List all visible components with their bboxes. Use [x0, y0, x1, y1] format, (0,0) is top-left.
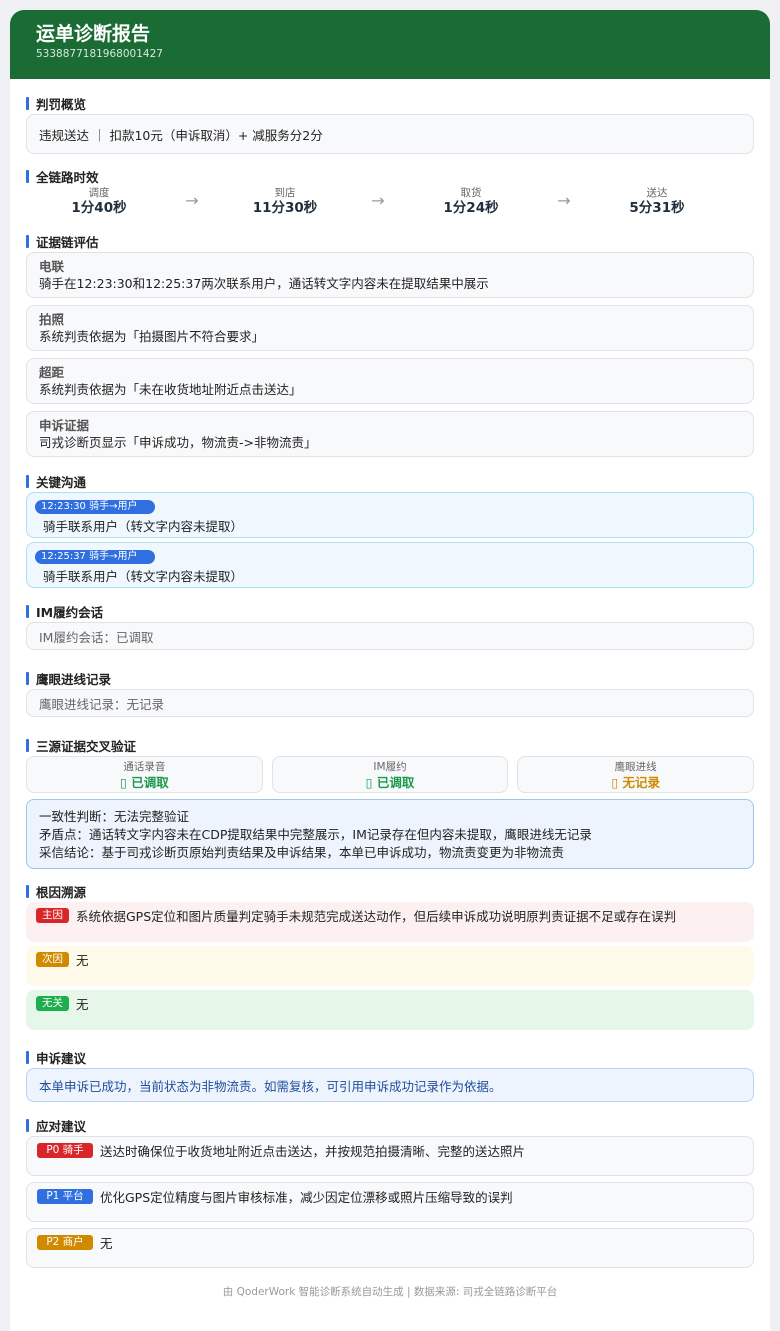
cause-text: 无: [76, 953, 89, 968]
communication-time-tag: 12:23:30 骑手→用户: [35, 500, 155, 514]
conclusion-text: 采信结论：基于司戎诊断页原始判责结果及申诉结果，本单已申诉成功，物流责变更为非物…: [39, 845, 565, 860]
source-card: IM履约 ▯ 已调取: [271, 756, 509, 793]
evidence-section-title: 证据链评估: [26, 232, 754, 250]
evidence-item: 超距 系统判责依据为「未在收货地址附近点击送达」: [26, 358, 754, 404]
arrow-right-icon: →: [557, 191, 571, 210]
timeline-step: 取货 1分24秒: [398, 187, 544, 217]
source-card: 鹰眼进线 ▯ 无记录: [517, 756, 755, 793]
evidence-item-name: 电联: [39, 259, 65, 274]
evidence-item-text: 司戎诊断页显示「申诉成功，物流责->非物流责」: [39, 435, 317, 450]
cause-badge: 次因: [36, 952, 69, 967]
evidence-item-name: 拍照: [39, 312, 65, 327]
im-box: IM履约会话：已调取: [26, 622, 754, 650]
cause-text: 系统依据GPS定位和图片质量判定骑手未规范完成送达动作，但后续申诉成功说明原判责…: [76, 909, 677, 924]
im-text: IM履约会话：已调取: [39, 629, 154, 645]
footer: 由 QoderWork 智能诊断系统自动生成 | 数据来源: 司戎全链路诊断平台: [222, 1286, 558, 1298]
recommendation-item: P2 商户 无: [26, 1228, 754, 1268]
evidence-item: 申诉证据 司戎诊断页显示「申诉成功，物流责->非物流责」: [26, 411, 754, 457]
appeal-box: 本单申诉已成功，当前状态为非物流责。如需复核，可引用申诉成功记录作为依据。: [26, 1068, 754, 1102]
priority-badge: P2 商户: [37, 1235, 93, 1250]
conflict-text: 矛盾点：通话转文字内容未在CDP提取结果中完整展示，IM记录存在但内容未提取，鹰…: [39, 827, 592, 842]
timeline-step-label: 取货: [460, 187, 482, 199]
timeline-step: 到店 11分30秒: [212, 187, 358, 217]
cause-badge: 无关: [36, 996, 69, 1011]
cause-item: 次因 无: [26, 946, 754, 986]
source-card: 通话录音 ▯ 已调取: [26, 756, 263, 793]
recommendation-item: P1 平台 优化GPS定位精度与图片审核标准，减少因定位漂移或照片压缩导致的误判: [26, 1182, 754, 1222]
arrow-right-icon: →: [185, 191, 199, 210]
evidence-item-name: 申诉证据: [39, 418, 90, 433]
communication-text: 骑手联系用户（转文字内容未提取）: [43, 569, 244, 584]
timeline: 调度 1分40秒 → 到店 11分30秒 → 取货 1分24秒 → 送达 5分3…: [26, 187, 754, 227]
communication-item: 12:25:37 骑手→用户 骑手联系用户（转文字内容未提取）: [26, 542, 754, 588]
evidence-item: 电联 骑手在12:23:30和12:25:37两次联系用户，通话转文字内容未在提…: [26, 252, 754, 298]
recommendation-item: P0 骑手 送达时确保位于收货地址附近点击送达，并按规范拍摄清晰、完整的送达照片: [26, 1136, 754, 1176]
recommendation-text: 送达时确保位于收货地址附近点击送达，并按规范拍摄清晰、完整的送达照片: [100, 1144, 526, 1159]
source-label: 通话录音: [123, 761, 166, 773]
evidence-item-name: 超距: [39, 365, 65, 380]
timeline-step: 调度 1分40秒: [26, 187, 172, 217]
recommendation-text: 优化GPS定位精度与图片审核标准，减少因定位漂移或照片压缩导致的误判: [100, 1190, 513, 1205]
priority-badge: P0 骑手: [37, 1143, 93, 1158]
appeal-text: 本单申诉已成功，当前状态为非物流责。如需复核，可引用申诉成功记录作为依据。: [39, 1078, 502, 1094]
penalty-section-title: 判罚概览: [26, 94, 754, 112]
timeline-step-value: 1分24秒: [443, 200, 499, 216]
cross-section-title: 三源证据交叉验证: [26, 736, 754, 754]
timeline-step: 送达 5分31秒: [584, 187, 730, 217]
evidence-item: 拍照 系统判责依据为「拍摄图片不符合要求」: [26, 305, 754, 351]
timeline-step-value: 11分30秒: [252, 200, 318, 216]
eagle-text: 鹰眼进线记录：无记录: [39, 696, 165, 712]
evidence-item-text: 系统判责依据为「拍摄图片不符合要求」: [39, 329, 265, 344]
evidence-item-text: 系统判责依据为「未在收货地址附近点击送达」: [39, 382, 302, 397]
timeline-step-label: 调度: [88, 187, 110, 199]
timeline-step-value: 5分31秒: [629, 200, 685, 216]
timeline-step-label: 送达: [646, 187, 668, 199]
cross-sources: 通话录音 ▯ 已调取 IM履约 ▯ 已调取 鹰眼进线 ▯ 无记录: [26, 756, 755, 793]
communication-time-tag: 12:25:37 骑手→用户: [35, 550, 155, 564]
source-label: IM履约: [373, 761, 407, 773]
source-label: 鹰眼进线: [614, 761, 657, 773]
cause-item: 主因 系统依据GPS定位和图片质量判定骑手未规范完成送达动作，但后续申诉成功说明…: [26, 902, 754, 942]
communication-section-title: 关键沟通: [26, 472, 754, 490]
penalty-text: 违规送达 ｜ 扣款10元（申诉取消）+ 减服务分2分: [39, 127, 323, 143]
consistency-text: 一致性判断：无法完整验证: [39, 809, 190, 824]
source-status: ▯ 无记录: [611, 775, 661, 790]
consistency-box: 一致性判断：无法完整验证 矛盾点：通话转文字内容未在CDP提取结果中完整展示，I…: [26, 799, 754, 869]
recommendation-text: 无: [100, 1236, 113, 1251]
waybill-id: 5338877181968001427: [36, 48, 163, 60]
root-cause-section-title: 根因溯源: [26, 882, 754, 900]
appeal-section-title: 申诉建议: [26, 1048, 754, 1066]
recommendations-section-title: 应对建议: [26, 1116, 754, 1134]
timeline-section-title: 全链路时效: [26, 167, 754, 185]
source-status: ▯ 已调取: [119, 775, 169, 790]
im-section-title: IM履约会话: [26, 602, 754, 620]
timeline-step-value: 1分40秒: [71, 200, 127, 216]
eagle-box: 鹰眼进线记录：无记录: [26, 689, 754, 717]
cause-badge: 主因: [36, 908, 69, 923]
arrow-right-icon: →: [371, 191, 385, 210]
communication-item: 12:23:30 骑手→用户 骑手联系用户（转文字内容未提取）: [26, 492, 754, 538]
eagle-section-title: 鹰眼进线记录: [26, 669, 754, 687]
report-header: 运单诊断报告 5338877181968001427: [10, 10, 770, 79]
report-page: 运单诊断报告 5338877181968001427 判罚概览 违规送达 ｜ 扣…: [10, 10, 770, 1331]
priority-badge: P1 平台: [37, 1189, 93, 1204]
cause-text: 无: [76, 997, 89, 1012]
timeline-step-label: 到店: [274, 187, 296, 199]
evidence-item-text: 骑手在12:23:30和12:25:37两次联系用户，通话转文字内容未在提取结果…: [39, 276, 489, 291]
cause-item: 无关 无: [26, 990, 754, 1030]
page-title: 运单诊断报告: [36, 23, 151, 45]
source-status: ▯ 已调取: [365, 775, 415, 790]
communication-text: 骑手联系用户（转文字内容未提取）: [43, 519, 244, 534]
penalty-box: 违规送达 ｜ 扣款10元（申诉取消）+ 减服务分2分: [26, 114, 754, 154]
